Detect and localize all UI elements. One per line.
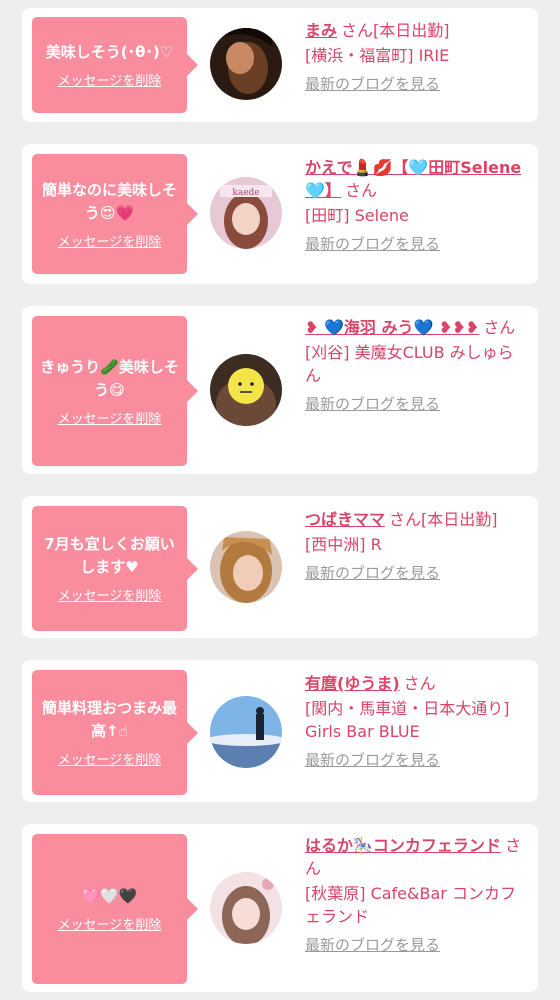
message-text: 🩷🤍🖤 <box>81 887 138 905</box>
girl-info: まみ さん[本日出勤] [横浜・福富町] IRIE 最新のブログを見る <box>305 19 525 96</box>
shop-info: [田町] Selene <box>305 206 409 225</box>
message-card: 7月も宜しくお願いします♥ メッセージを削除 つばきママ さん[本日出勤] [西中… <box>22 496 538 638</box>
message-text: 簡単なのに美味しそう😍💗 <box>41 180 177 222</box>
work-status: [本日出勤] <box>421 510 498 529</box>
shop-info: [横浜・福富町] IRIE <box>305 46 450 65</box>
girl-name-link[interactable]: かえで💄💋【🩵田町Selene🩵】 <box>305 158 521 200</box>
honorific: さん <box>389 510 422 529</box>
girl-info: ❥ 💙海羽 みう💙 ❥❥❥ さん [刈谷] 美魔女CLUB みしゅらん 最新のブロ… <box>305 316 525 416</box>
avatar[interactable] <box>210 696 282 768</box>
work-status: [本日出勤] <box>373 21 450 40</box>
honorific: さん <box>403 674 436 693</box>
message-bubble: 🩷🤍🖤 メッセージを削除 <box>32 834 198 984</box>
message-bubble: 簡単なのに美味しそう😍💗 メッセージを削除 <box>32 154 198 274</box>
avatar[interactable] <box>210 28 282 100</box>
message-text: きゅうり🥒美味しそう😋 <box>40 357 179 399</box>
shop-info: [関内・馬車道・日本大通り] Girls Bar BLUE <box>305 699 510 741</box>
message-bubble: 簡単料理おつまみ最高↑☝ メッセージを削除 <box>32 670 198 795</box>
latest-blog-link[interactable]: 最新のブログを見る <box>305 233 525 256</box>
girl-name-link[interactable]: 有麿(ゆうま) <box>305 674 400 693</box>
avatar[interactable] <box>210 872 282 944</box>
girl-name-link[interactable]: まみ <box>305 21 337 40</box>
avatar[interactable] <box>210 354 282 426</box>
message-bubble: 7月も宜しくお願いします♥ メッセージを削除 <box>32 506 198 631</box>
delete-message-link[interactable]: メッセージを削除 <box>58 231 162 250</box>
girl-info: かえで💄💋【🩵田町Selene🩵】 さん [田町] Selene 最新のブログを見… <box>305 156 525 256</box>
message-bubble: 美味しそう(･θ･)♡ メッセージを削除 <box>32 17 198 113</box>
girl-info: はるか🎠コンカフェランド さん [秋葉原] Cafe&Bar コンカフェランド 最… <box>305 834 525 957</box>
shop-info: [刈谷] 美魔女CLUB みしゅらん <box>305 343 514 385</box>
message-text: 7月も宜しくお願いします♥ <box>44 535 175 576</box>
message-card: 美味しそう(･θ･)♡ メッセージを削除 まみ さん[本日出勤] [横浜・福富町]… <box>22 8 538 122</box>
delete-message-link[interactable]: メッセージを削除 <box>58 585 162 604</box>
latest-blog-link[interactable]: 最新のブログを見る <box>305 73 525 96</box>
message-card: 簡単料理おつまみ最高↑☝ メッセージを削除 有麿(ゆうま) さん [関内・馬車道・… <box>22 660 538 802</box>
honorific: さん <box>341 21 374 40</box>
delete-message-link[interactable]: メッセージを削除 <box>58 408 162 427</box>
message-card: 簡単なのに美味しそう😍💗 メッセージを削除 kaede かえで💄💋【🩵田町Sel… <box>22 144 538 284</box>
honorific: さん <box>483 318 516 337</box>
girl-name-link[interactable]: ❥ 💙海羽 みう💙 ❥❥❥ <box>305 318 479 337</box>
avatar[interactable]: kaede <box>210 177 282 249</box>
honorific: さん <box>344 181 377 200</box>
message-card: きゅうり🥒美味しそう😋 メッセージを削除 ❥ 💙海羽 みう💙 ❥❥❥ さん [刈谷… <box>22 306 538 474</box>
message-bubble: きゅうり🥒美味しそう😋 メッセージを削除 <box>32 316 198 466</box>
avatar[interactable] <box>210 531 282 603</box>
girl-name-link[interactable]: つばきママ <box>305 510 385 529</box>
svg-text:kaede: kaede <box>232 188 259 198</box>
latest-blog-link[interactable]: 最新のブログを見る <box>305 749 525 772</box>
latest-blog-link[interactable]: 最新のブログを見る <box>305 934 525 957</box>
girl-name-link[interactable]: はるか🎠コンカフェランド <box>305 836 501 855</box>
message-text: 簡単料理おつまみ最高↑☝ <box>41 699 177 740</box>
girl-info: 有麿(ゆうま) さん [関内・馬車道・日本大通り] Girls Bar BLUE … <box>305 672 525 772</box>
shop-info: [秋葉原] Cafe&Bar コンカフェランド <box>305 884 516 926</box>
latest-blog-link[interactable]: 最新のブログを見る <box>305 393 525 416</box>
shop-info: [西中洲] R <box>305 535 382 554</box>
girl-info: つばきママ さん[本日出勤] [西中洲] R 最新のブログを見る <box>305 508 525 585</box>
message-card: 🩷🤍🖤 メッセージを削除 はるか🎠コンカフェランド さん [秋葉原] Cafe&B… <box>22 824 538 992</box>
delete-message-link[interactable]: メッセージを削除 <box>58 749 162 768</box>
message-text: 美味しそう(･θ･)♡ <box>45 43 174 61</box>
delete-message-link[interactable]: メッセージを削除 <box>58 914 162 933</box>
latest-blog-link[interactable]: 最新のブログを見る <box>305 562 525 585</box>
delete-message-link[interactable]: メッセージを削除 <box>58 70 162 89</box>
